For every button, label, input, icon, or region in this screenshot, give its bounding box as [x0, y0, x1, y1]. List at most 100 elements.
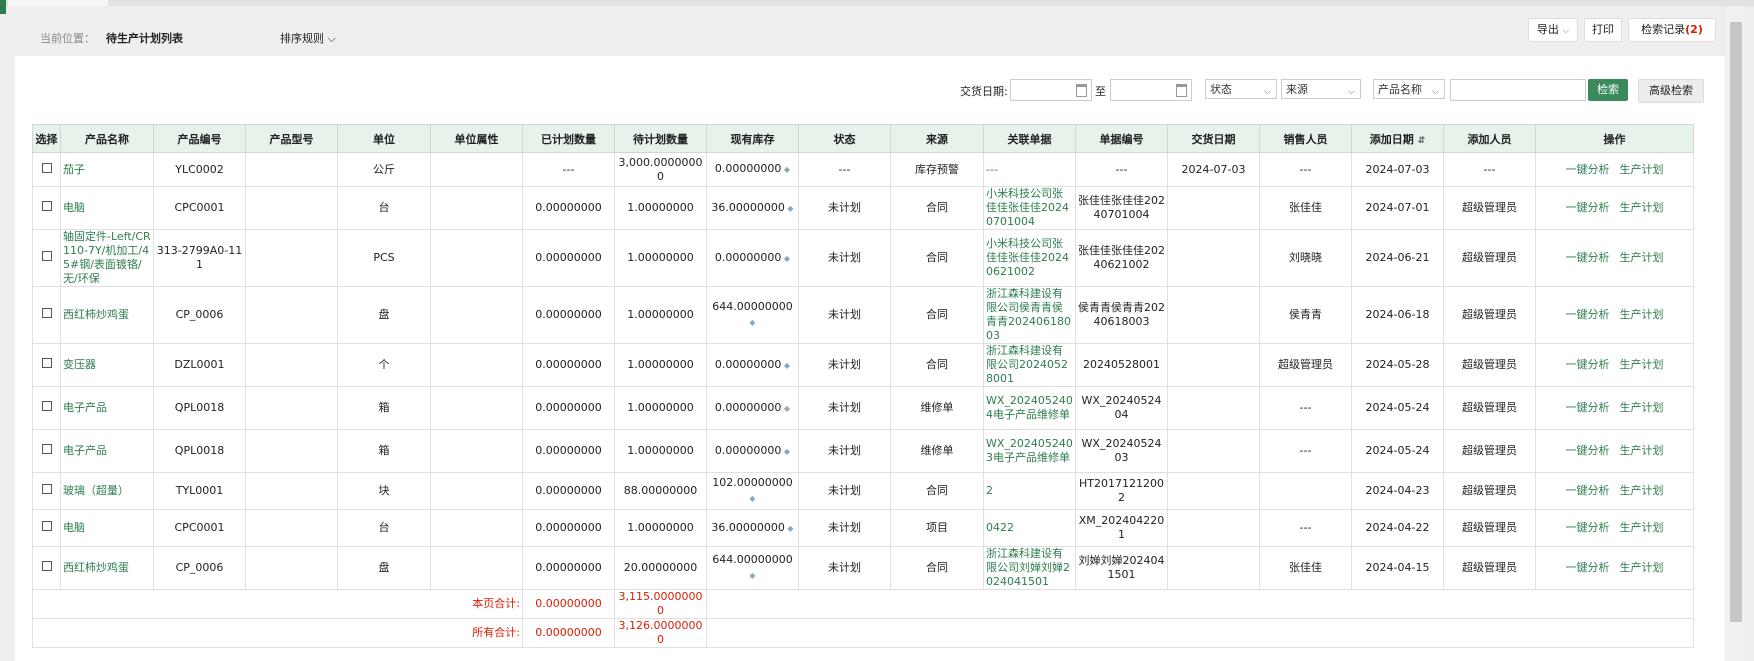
related-document-link[interactable]: 2: [983, 472, 1076, 510]
analyze-link[interactable]: 一键分析: [1566, 358, 1610, 371]
status-select[interactable]: 状态 ⌵: [1205, 79, 1277, 99]
product-name-link[interactable]: 电脑: [60, 186, 154, 230]
delivery-date-start-input[interactable]: [1010, 79, 1092, 101]
col-header: 已计划数量: [522, 124, 615, 153]
row-checkbox[interactable]: [41, 162, 52, 173]
stock-detail-icon[interactable]: ◆: [781, 361, 790, 370]
product-name-link[interactable]: 电子产品: [60, 429, 154, 473]
production-plan-link[interactable]: 生产计划: [1620, 251, 1664, 264]
unit-attribute: [430, 509, 523, 547]
product-name-link[interactable]: 茄子: [60, 152, 154, 187]
stock-detail-icon[interactable]: ◆: [781, 254, 790, 263]
row-checkbox[interactable]: [41, 484, 52, 494]
unit: 箱: [337, 386, 431, 430]
keyword-input[interactable]: [1450, 79, 1586, 101]
advanced-search-button[interactable]: 高级检索: [1638, 79, 1704, 103]
related-document-link[interactable]: 浙江森科建设有限公司侯青青侯青青20240618003: [983, 286, 1076, 344]
planned-quantity: 0.00000000: [522, 546, 615, 590]
product-name-link[interactable]: 电子产品: [60, 386, 154, 430]
actions-cell: 一键分析 生产计划: [1535, 186, 1694, 230]
analyze-link[interactable]: 一键分析: [1566, 401, 1610, 414]
related-document-link[interactable]: 浙江森科建设有限公司刘婵刘婵2024041501: [983, 546, 1076, 590]
current-stock: 644.00000000: [712, 300, 793, 313]
stock-detail-icon[interactable]: ◆: [749, 494, 755, 503]
product-model: [245, 509, 338, 547]
production-plan-link[interactable]: 生产计划: [1620, 163, 1664, 176]
product-code: CP_0006: [153, 286, 246, 344]
related-document-link[interactable]: WX_2024052403电子产品维修单: [983, 429, 1076, 473]
date-to-label: 至: [1095, 85, 1106, 98]
delivery-date-end-input[interactable]: [1110, 79, 1192, 101]
row-checkbox[interactable]: [41, 308, 52, 318]
actions-cell: 一键分析 生产计划: [1535, 152, 1694, 187]
analyze-link[interactable]: 一键分析: [1566, 484, 1610, 497]
sort-rules-dropdown[interactable]: 排序规则 ⌵: [280, 30, 336, 46]
status: 未计划: [798, 343, 891, 387]
table-row: 西红柿炒鸡蛋 CP_0006 盘 0.00000000 1.00000000 644.00…: [32, 286, 1694, 344]
product-name-select[interactable]: 产品名称 ⌵: [1373, 79, 1445, 99]
added-by: 超级管理员: [1443, 472, 1536, 510]
analyze-link[interactable]: 一键分析: [1566, 201, 1610, 214]
source-select[interactable]: 来源 ⌵: [1281, 79, 1361, 99]
related-document-link[interactable]: 小米科技公司张佳佳张佳佳20240621002: [983, 229, 1076, 287]
delivery-date: [1167, 509, 1260, 547]
row-checkbox[interactable]: [41, 358, 52, 368]
production-plan-link[interactable]: 生产计划: [1620, 521, 1664, 534]
production-plan-link[interactable]: 生产计划: [1620, 444, 1664, 457]
row-checkbox[interactable]: [41, 251, 52, 261]
sort-icon[interactable]: ⇵: [1418, 136, 1426, 146]
scrollbar-thumb[interactable]: [1730, 22, 1742, 622]
unit: 块: [337, 472, 431, 510]
row-checkbox[interactable]: [41, 561, 52, 571]
production-plan-link[interactable]: 生产计划: [1620, 308, 1664, 321]
actions-cell: 一键分析 生产计划: [1535, 546, 1694, 590]
export-button[interactable]: 导出 ⌵: [1528, 18, 1578, 42]
search-button[interactable]: 检索: [1588, 79, 1628, 101]
product-name-link[interactable]: 轴固定件-Left/CR110-7Y/机加工/45#钢/表面镀铬/无/环保: [60, 229, 154, 287]
row-checkbox[interactable]: [41, 521, 52, 531]
production-plan-link[interactable]: 生产计划: [1620, 561, 1664, 574]
related-document-link[interactable]: 小米科技公司张佳佳张佳佳20240701004: [983, 186, 1076, 230]
product-name-link[interactable]: 西红柿炒鸡蛋: [60, 546, 154, 590]
stock-detail-icon[interactable]: ◆: [749, 571, 755, 580]
salesperson: [1259, 472, 1352, 510]
row-checkbox[interactable]: [41, 401, 52, 411]
production-plan-link[interactable]: 生产计划: [1620, 201, 1664, 214]
related-document-link[interactable]: ---: [983, 152, 1076, 187]
production-plan-link[interactable]: 生产计划: [1620, 484, 1664, 497]
row-checkbox[interactable]: [41, 201, 52, 211]
pending-quantity: 1.00000000: [614, 229, 707, 287]
search-record-button[interactable]: 检索记录(2): [1628, 18, 1716, 42]
stock-detail-icon[interactable]: ◆: [781, 404, 790, 413]
analyze-link[interactable]: 一键分析: [1566, 444, 1610, 457]
analyze-link[interactable]: 一键分析: [1566, 521, 1610, 534]
production-plan-link[interactable]: 生产计划: [1620, 358, 1664, 371]
col-header-sortable[interactable]: 添加日期 ⇵: [1351, 124, 1444, 153]
related-document-link[interactable]: 浙江森科建设有限公司20240528001: [983, 343, 1076, 387]
stock-detail-icon[interactable]: ◆: [781, 165, 790, 174]
pending-quantity: 20.00000000: [614, 546, 707, 590]
product-name-link[interactable]: 电脑: [60, 509, 154, 547]
stock-detail-icon[interactable]: ◆: [781, 447, 790, 456]
added-by: 超级管理员: [1443, 429, 1536, 473]
product-name-link[interactable]: 变压器: [60, 343, 154, 387]
row-checkbox[interactable]: [41, 444, 52, 454]
product-name-link[interactable]: 西红柿炒鸡蛋: [60, 286, 154, 344]
product-name-link[interactable]: 玻璃（超量）: [60, 472, 154, 510]
unit-attribute: [430, 429, 523, 473]
col-header: 操作: [1535, 124, 1694, 153]
analyze-link[interactable]: 一键分析: [1566, 251, 1610, 264]
production-plan-link[interactable]: 生产计划: [1620, 401, 1664, 414]
print-button[interactable]: 打印: [1584, 18, 1622, 42]
breadcrumb-current: 待生产计划列表: [106, 32, 183, 45]
analyze-link[interactable]: 一键分析: [1566, 308, 1610, 321]
stock-detail-icon[interactable]: ◆: [785, 524, 793, 533]
analyze-link[interactable]: 一键分析: [1566, 163, 1610, 176]
stock-detail-icon[interactable]: ◆: [785, 204, 793, 213]
stock-detail-icon[interactable]: ◆: [749, 318, 755, 327]
related-document-link[interactable]: WX_2024052404电子产品维修单: [983, 386, 1076, 430]
pending-quantity: 3,000.0000000 0: [614, 152, 707, 187]
related-document-link[interactable]: 0422: [983, 509, 1076, 547]
analyze-link[interactable]: 一键分析: [1566, 561, 1610, 574]
actions-cell: 一键分析 生产计划: [1535, 343, 1694, 387]
